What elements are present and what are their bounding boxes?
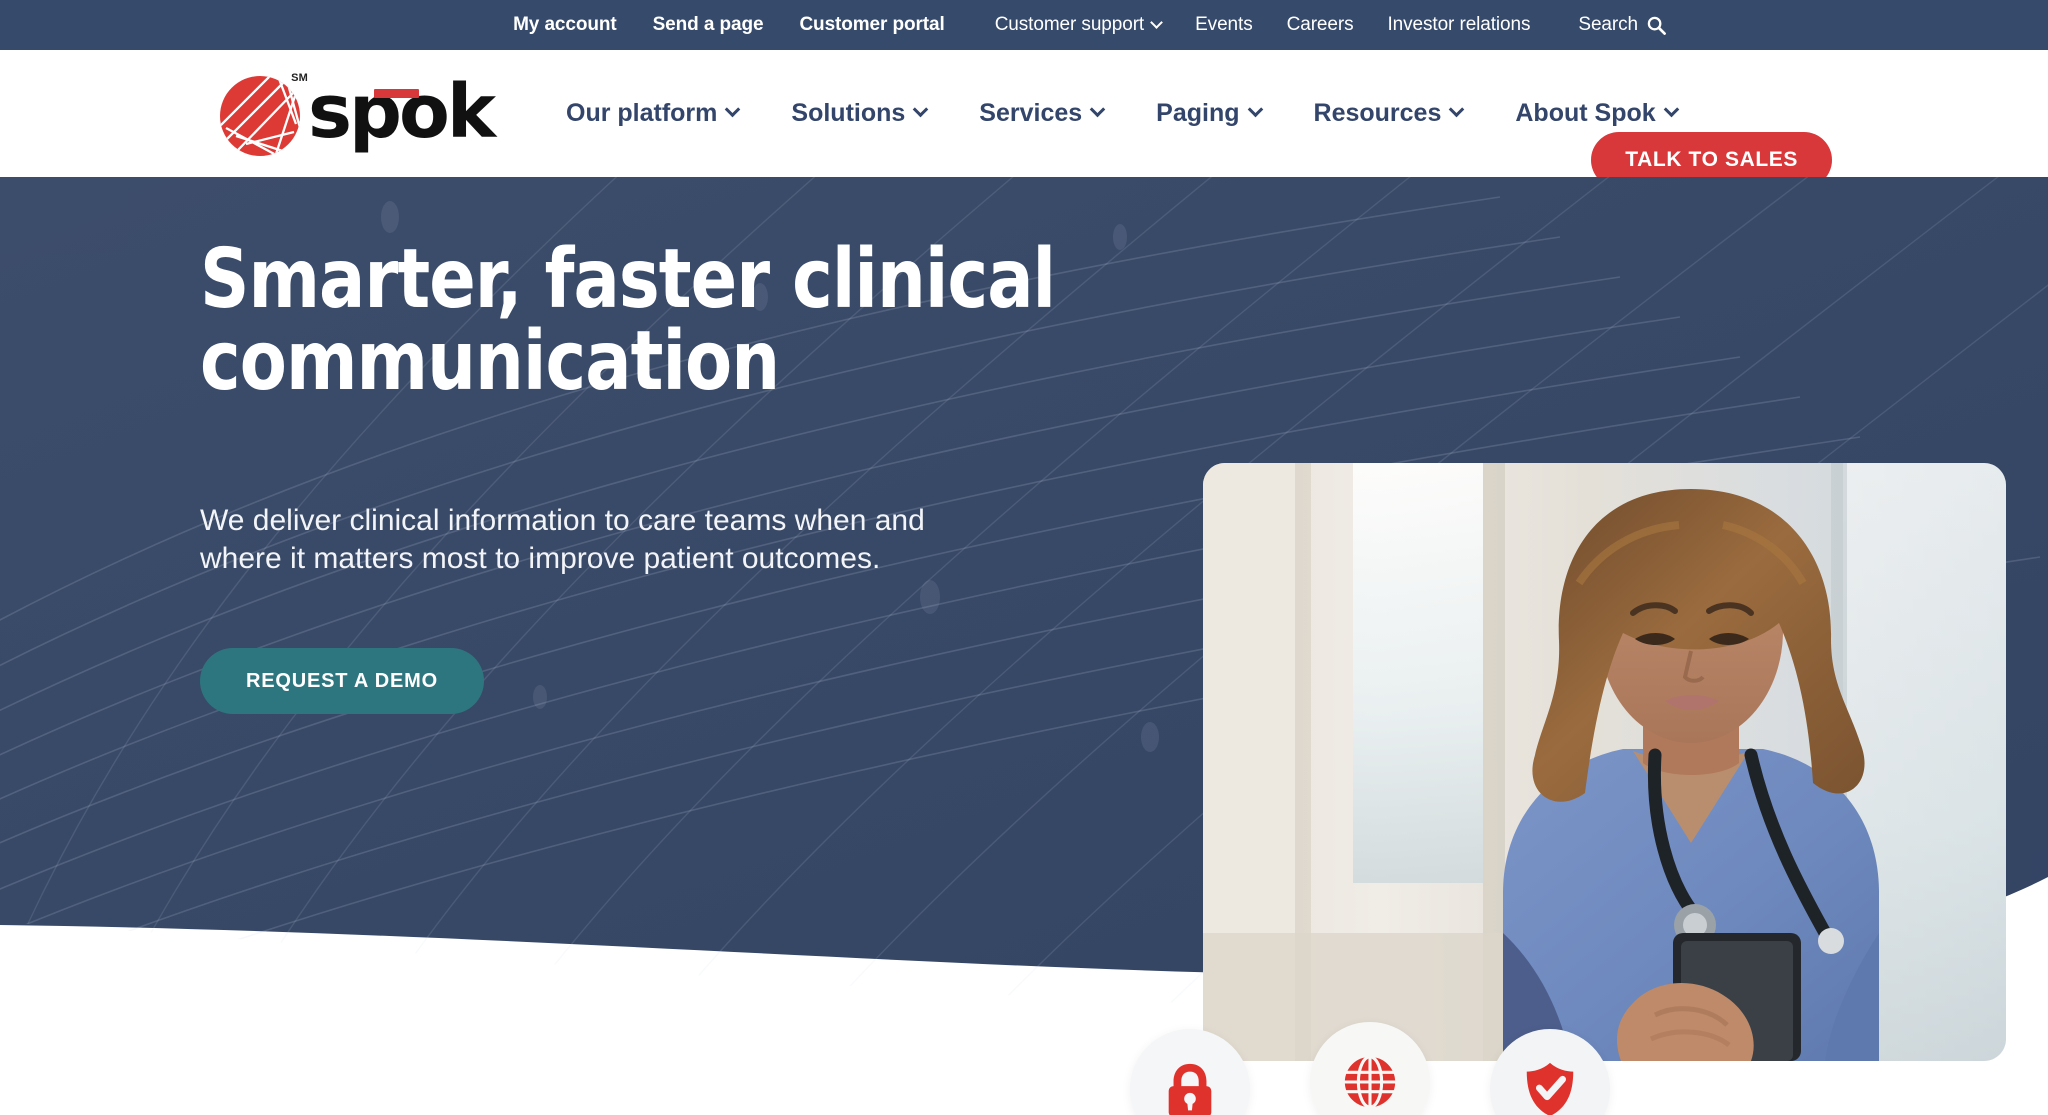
chevron-down-icon: [1089, 101, 1106, 118]
spok-logo[interactable]: SM spok: [216, 66, 496, 158]
globe-icon: [1342, 1055, 1398, 1109]
nav-item-our-platform-label: Our platform: [566, 99, 718, 127]
utility-bar-links: My account Send a page Customer portal C…: [144, 0, 1904, 50]
hero-image: [1203, 463, 2006, 1061]
utility-link-careers[interactable]: Careers: [1287, 14, 1354, 36]
hero-title: Smarter, faster clinical communication: [200, 239, 1130, 403]
nav-item-services-label: Services: [979, 99, 1083, 127]
nav-item-resources-label: Resources: [1313, 99, 1442, 127]
utility-link-customer-support-label: Customer support: [994, 14, 1145, 35]
chevron-down-icon: [913, 101, 929, 118]
hero-title-line-2: communication: [200, 314, 780, 409]
hero-title-line-1: Smarter, faster clinical: [200, 232, 1056, 327]
macron-accent-icon: [374, 89, 419, 98]
spok-wordmark-text: spok: [308, 69, 496, 155]
chevron-down-icon: [1150, 16, 1163, 29]
spok-logo-mark-icon: SM: [216, 66, 308, 158]
utility-bar: My account Send a page Customer portal C…: [0, 0, 2048, 50]
lock-icon: [1168, 1063, 1212, 1115]
shield-check-icon: [1526, 1062, 1574, 1115]
search-button[interactable]: Search: [1578, 14, 1666, 36]
trademark-sm: SM: [291, 72, 308, 84]
chevron-down-icon: [1247, 101, 1263, 118]
utility-link-customer-portal[interactable]: Customer portal: [799, 14, 944, 36]
chevron-down-icon: [725, 101, 741, 118]
utility-link-events[interactable]: Events: [1195, 14, 1253, 36]
nav-item-our-platform[interactable]: Our platform: [566, 99, 741, 128]
search-icon: [1647, 16, 1666, 35]
nav-item-solutions[interactable]: Solutions: [791, 99, 929, 128]
hero-content: Smarter, faster clinical communication W…: [0, 177, 2048, 1115]
chevron-down-icon: [1449, 101, 1465, 118]
nav-item-about-spok-label: About Spok: [1515, 99, 1656, 127]
request-a-demo-button[interactable]: REQUEST A DEMO: [200, 648, 484, 714]
spok-wordmark: spok: [308, 75, 496, 149]
nav-item-paging-label: Paging: [1156, 99, 1240, 127]
nav-item-paging[interactable]: Paging: [1156, 99, 1263, 128]
nav-item-resources[interactable]: Resources: [1313, 99, 1465, 128]
hero-subtitle: We deliver clinical information to care …: [200, 504, 925, 576]
nav-item-solutions-label: Solutions: [791, 99, 906, 127]
nav-item-about-spok[interactable]: About Spok: [1515, 99, 1679, 128]
main-navigation-bar: SM spok Our platform Solutions Services …: [0, 50, 2048, 188]
utility-link-investor-relations[interactable]: Investor relations: [1388, 14, 1531, 36]
hero-photo-illustration: [1203, 463, 2006, 1061]
nav-item-services[interactable]: Services: [979, 99, 1106, 128]
hero-section: Smarter, faster clinical communication W…: [0, 177, 2048, 1115]
primary-nav: Our platform Solutions Services Paging R…: [566, 50, 1730, 177]
utility-link-customer-support[interactable]: Customer support: [994, 14, 1163, 36]
chevron-down-icon: [1663, 101, 1679, 118]
utility-link-my-account[interactable]: My account: [513, 14, 617, 36]
search-label: Search: [1578, 14, 1638, 35]
utility-link-send-a-page[interactable]: Send a page: [653, 14, 764, 36]
